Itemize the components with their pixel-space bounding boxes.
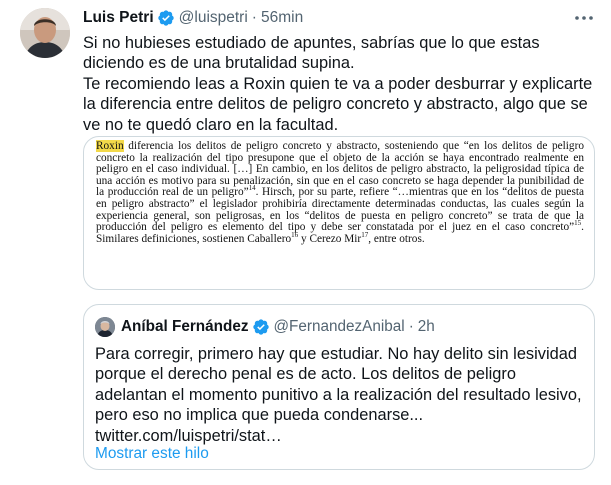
quoted-link[interactable]: twitter.com/luispetri/stat… xyxy=(95,426,583,446)
highlighted-word: Roxin xyxy=(96,140,124,152)
quoted-avatar xyxy=(95,317,115,337)
quoted-text-line: Para corregir, primero hay que estudiar.… xyxy=(95,345,577,363)
separator-dot: · xyxy=(251,9,257,26)
quoted-text-line: adelantan el momento punitivo a la reali… xyxy=(95,385,582,404)
tweet-paragraph: Te recomiendo leas a Roxin quien te va a… xyxy=(83,74,593,134)
tweet-text: Si no hubieses estudiado de apuntes, sab… xyxy=(83,33,599,135)
quoted-author-handle: @FernandezAnibal xyxy=(273,318,405,335)
author-handle[interactable]: @luispetri xyxy=(179,9,248,27)
quoted-tweet-text: Para corregir, primero hay que estudiar.… xyxy=(95,344,583,446)
tweet-header: Luis Petri @luispetri · 56min xyxy=(83,8,595,28)
show-thread-link[interactable]: Mostrar este hilo xyxy=(95,445,209,463)
verified-badge-icon xyxy=(157,10,174,26)
quoted-author-name: Aníbal Fernández xyxy=(121,318,249,335)
avatar-image xyxy=(20,8,70,58)
book-excerpt: Roxin diferencia los delitos de peligro … xyxy=(96,140,584,245)
quoted-text-line: pero eso no implica que pueda condenarse… xyxy=(95,406,424,425)
footnote-ref: 14 xyxy=(248,184,256,193)
excerpt-text: , entre otros. xyxy=(368,232,425,245)
quoted-tweet-header: Aníbal Fernández @FernandezAnibal · 2h xyxy=(95,317,582,337)
author-name[interactable]: Luis Petri xyxy=(83,9,154,27)
quoted-tweet[interactable]: Aníbal Fernández @FernandezAnibal · 2h P… xyxy=(83,304,595,470)
avatar[interactable] xyxy=(20,8,70,58)
attached-image[interactable]: Roxin diferencia los delitos de peligro … xyxy=(83,136,595,290)
excerpt-text: y Cerezo Mir xyxy=(298,232,362,245)
tweet[interactable]: Luis Petri @luispetri · 56min Si no hubi… xyxy=(0,0,611,485)
tweet-paragraph: Si no hubieses estudiado de apuntes, sab… xyxy=(83,34,540,73)
quoted-avatar-image xyxy=(95,317,115,337)
timestamp[interactable]: 56min xyxy=(261,9,303,27)
quoted-text-line: porque el derecho penal es de acto. Los … xyxy=(95,365,516,384)
quoted-timestamp: 2h xyxy=(417,318,435,335)
separator-dot: · xyxy=(408,318,414,335)
more-dots-icon[interactable] xyxy=(573,10,595,26)
verified-badge-icon xyxy=(252,319,269,335)
